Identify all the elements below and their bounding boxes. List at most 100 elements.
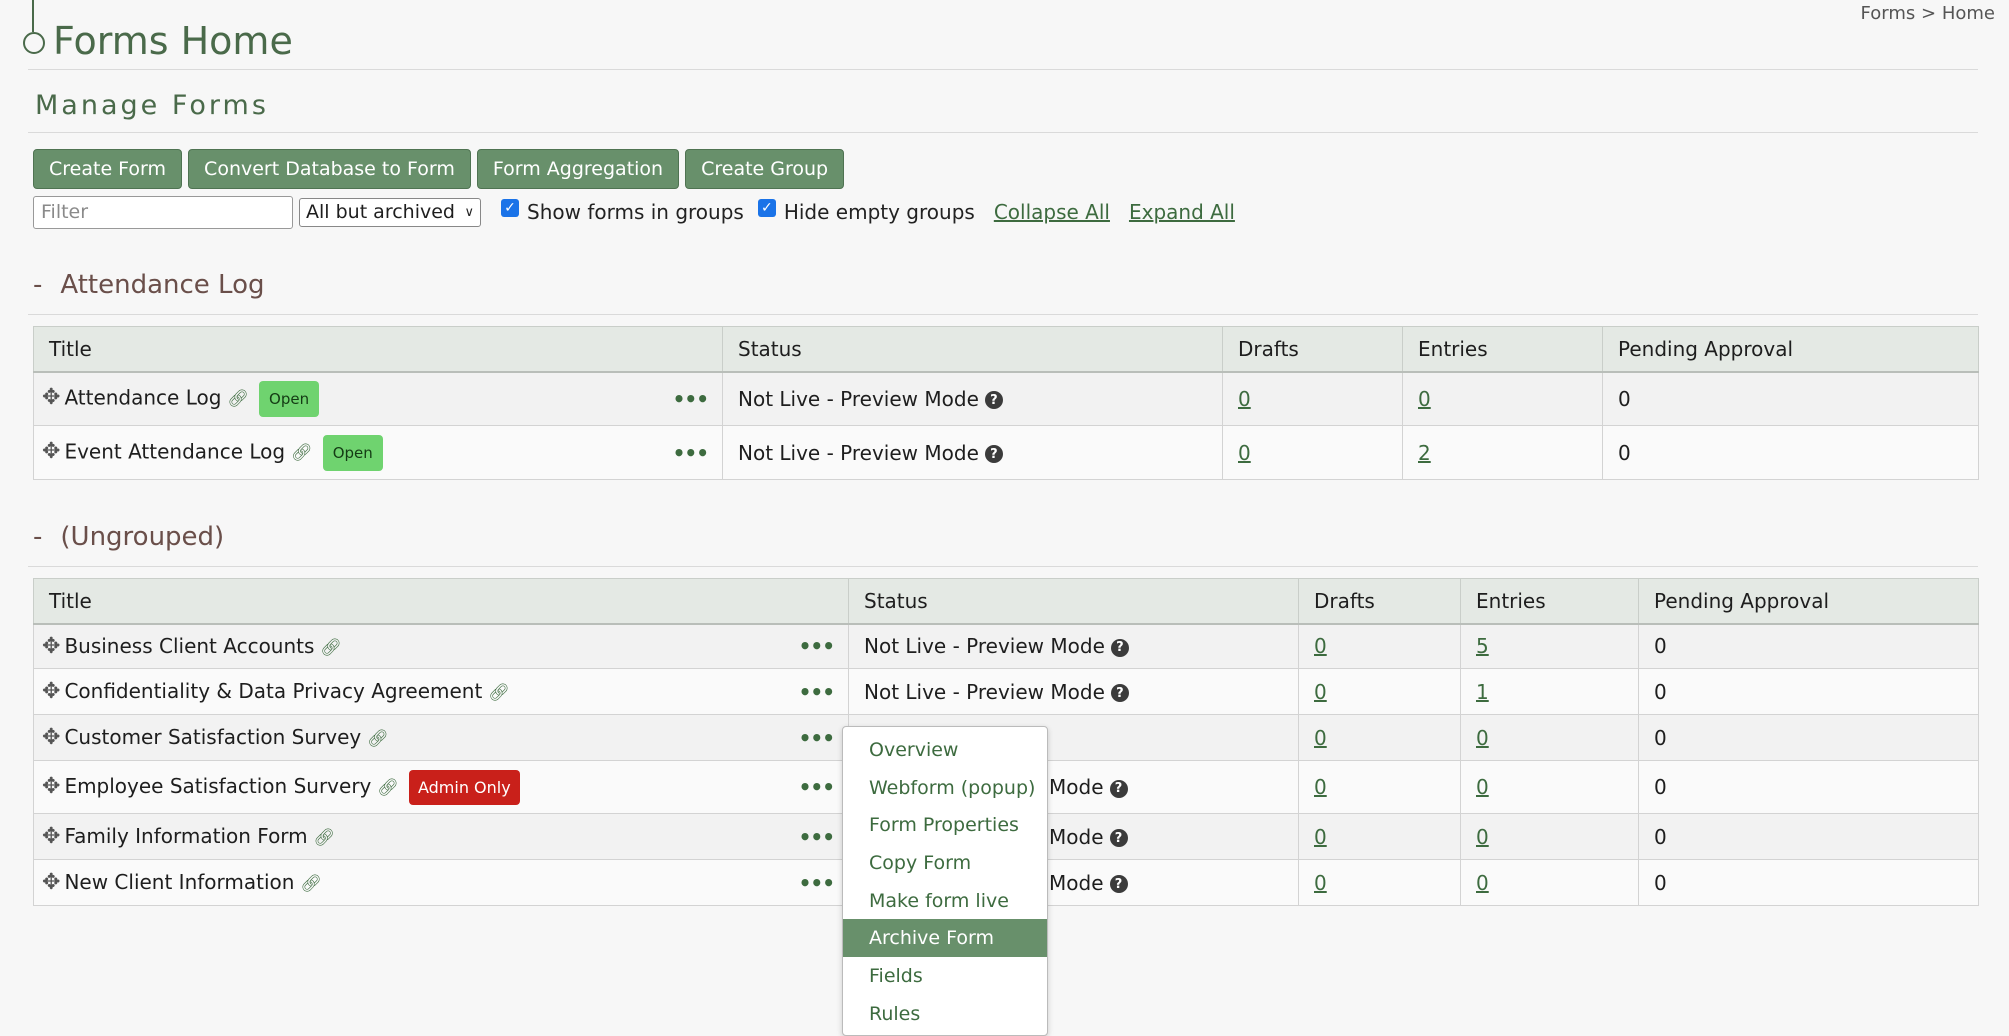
column-pending-approval[interactable]: Pending Approval bbox=[1638, 578, 1979, 625]
help-icon[interactable]: ? bbox=[1109, 875, 1128, 893]
more-options-icon[interactable]: ••• bbox=[673, 441, 709, 465]
link-icon[interactable]: 🔗︎ bbox=[291, 443, 313, 463]
move-handle-icon[interactable]: ✥ bbox=[42, 725, 60, 750]
link-icon[interactable]: 🔗︎ bbox=[320, 638, 342, 658]
drafts-link[interactable]: 0 bbox=[1314, 871, 1327, 895]
menu-item-make-form-live[interactable]: Make form live bbox=[843, 882, 1047, 920]
move-handle-icon[interactable]: ✥ bbox=[42, 824, 60, 849]
column-status[interactable]: Status bbox=[848, 578, 1299, 625]
show-in-groups-checkbox[interactable]: ✓ bbox=[501, 199, 519, 217]
group-toggle[interactable]: - bbox=[33, 522, 42, 552]
entries-link[interactable]: 0 bbox=[1476, 726, 1489, 750]
column-title[interactable]: Title bbox=[33, 578, 849, 625]
more-options-icon[interactable]: ••• bbox=[799, 871, 835, 895]
drafts-link[interactable]: 0 bbox=[1238, 387, 1251, 411]
status-text: Not Live - Preview Mode bbox=[738, 386, 979, 411]
more-options-icon[interactable]: ••• bbox=[799, 825, 835, 849]
drafts-link[interactable]: 0 bbox=[1314, 775, 1327, 799]
drafts-link[interactable]: 0 bbox=[1314, 825, 1327, 849]
drafts-link[interactable]: 0 bbox=[1314, 726, 1327, 750]
create-form-button[interactable]: Create Form bbox=[33, 149, 183, 189]
move-handle-icon[interactable]: ✥ bbox=[42, 439, 60, 464]
title-divider bbox=[28, 69, 1978, 70]
more-options-icon[interactable]: ••• bbox=[799, 634, 835, 658]
link-icon[interactable]: 🔗︎ bbox=[314, 828, 336, 848]
breadcrumb-home[interactable]: Home bbox=[1942, 3, 1995, 24]
pending-cell: 0 bbox=[1638, 813, 1979, 860]
column-title[interactable]: Title bbox=[33, 326, 723, 373]
form-options-menu: Overview Webform (popup) Form Properties… bbox=[842, 726, 1048, 1036]
form-title[interactable]: Family Information Form bbox=[64, 824, 307, 848]
help-icon[interactable]: ? bbox=[1109, 829, 1128, 847]
form-title[interactable]: Business Client Accounts bbox=[64, 634, 314, 658]
help-icon[interactable]: ? bbox=[1110, 638, 1129, 657]
entries-link[interactable]: 0 bbox=[1476, 775, 1489, 799]
column-drafts[interactable]: Drafts bbox=[1222, 326, 1403, 373]
column-entries[interactable]: Entries bbox=[1402, 326, 1603, 373]
help-icon[interactable]: ? bbox=[1110, 684, 1129, 702]
link-icon[interactable]: 🔗︎ bbox=[488, 683, 510, 703]
more-options-icon[interactable]: ••• bbox=[673, 387, 709, 411]
filter-input[interactable] bbox=[33, 195, 293, 229]
entries-cell: 5 bbox=[1460, 623, 1639, 669]
title-cell: ✥ Event Attendance Log 🔗︎ Open ••• bbox=[33, 425, 723, 480]
move-handle-icon[interactable]: ✥ bbox=[42, 774, 60, 799]
expand-all-link[interactable]: Expand All bbox=[1129, 200, 1235, 224]
menu-item-copy-form[interactable]: Copy Form bbox=[843, 844, 1047, 882]
form-title[interactable]: Customer Satisfaction Survey bbox=[64, 725, 361, 749]
column-drafts[interactable]: Drafts bbox=[1298, 578, 1461, 625]
menu-item-overview[interactable]: Overview bbox=[843, 731, 1047, 769]
form-aggregation-button[interactable]: Form Aggregation bbox=[476, 149, 680, 189]
more-options-icon[interactable]: ••• bbox=[799, 726, 835, 750]
title-cell: ✥ Attendance Log 🔗︎ Open ••• bbox=[33, 371, 723, 426]
column-entries[interactable]: Entries bbox=[1460, 578, 1639, 625]
drafts-cell: 0 bbox=[1298, 760, 1461, 814]
menu-item-form-properties[interactable]: Form Properties bbox=[843, 806, 1047, 844]
form-title[interactable]: Event Attendance Log bbox=[64, 439, 285, 463]
column-pending-approval[interactable]: Pending Approval bbox=[1602, 326, 1979, 373]
entries-link[interactable]: 0 bbox=[1476, 825, 1489, 849]
form-title[interactable]: Employee Satisfaction Survery bbox=[64, 774, 371, 798]
column-status[interactable]: Status bbox=[722, 326, 1223, 373]
create-group-button[interactable]: Create Group bbox=[685, 149, 845, 189]
form-title[interactable]: Attendance Log bbox=[64, 385, 221, 409]
menu-item-webform-popup[interactable]: Webform (popup) bbox=[843, 769, 1047, 807]
move-handle-icon[interactable]: ✥ bbox=[42, 385, 60, 410]
help-icon[interactable]: ? bbox=[1109, 779, 1128, 798]
form-title[interactable]: Confidentiality & Data Privacy Agreement bbox=[64, 679, 482, 703]
link-icon[interactable]: 🔗︎ bbox=[367, 729, 389, 749]
status-cell: Not Live - Preview Mode? bbox=[722, 425, 1223, 480]
entries-link[interactable]: 1 bbox=[1476, 680, 1489, 704]
link-icon[interactable]: 🔗︎ bbox=[227, 389, 249, 409]
entries-link[interactable]: 2 bbox=[1418, 441, 1431, 465]
menu-item-rules[interactable]: Rules bbox=[843, 995, 1047, 1033]
breadcrumb-forms[interactable]: Forms bbox=[1861, 3, 1916, 24]
move-handle-icon[interactable]: ✥ bbox=[42, 679, 60, 704]
entries-link[interactable]: 5 bbox=[1476, 634, 1489, 658]
entries-link[interactable]: 0 bbox=[1476, 871, 1489, 895]
entries-link[interactable]: 0 bbox=[1418, 387, 1431, 411]
more-options-icon[interactable]: ••• bbox=[799, 775, 835, 799]
convert-database-button[interactable]: Convert Database to Form bbox=[188, 149, 471, 189]
group-divider bbox=[28, 566, 1978, 567]
status-select[interactable]: All but archived ∨ bbox=[299, 197, 481, 227]
collapse-all-link[interactable]: Collapse All bbox=[994, 200, 1110, 224]
group-header-ungrouped[interactable]: - (Ungrouped) bbox=[33, 522, 224, 552]
move-handle-icon[interactable]: ✥ bbox=[42, 634, 60, 659]
menu-item-fields[interactable]: Fields bbox=[843, 957, 1047, 995]
move-handle-icon[interactable]: ✥ bbox=[42, 870, 60, 895]
hide-empty-groups-checkbox[interactable]: ✓ bbox=[757, 199, 776, 217]
link-icon[interactable]: 🔗︎ bbox=[300, 874, 322, 894]
help-icon[interactable]: ? bbox=[984, 391, 1003, 410]
more-options-icon[interactable]: ••• bbox=[799, 680, 835, 704]
link-icon[interactable]: 🔗︎ bbox=[377, 778, 399, 798]
hide-empty-groups-label: Hide empty groups bbox=[783, 200, 975, 224]
menu-item-archive-form[interactable]: Archive Form bbox=[843, 919, 1047, 958]
group-toggle[interactable]: - bbox=[33, 270, 42, 300]
drafts-link[interactable]: 0 bbox=[1238, 441, 1251, 465]
drafts-link[interactable]: 0 bbox=[1314, 634, 1327, 658]
group-header-attendance-log[interactable]: - Attendance Log bbox=[33, 270, 265, 300]
drafts-link[interactable]: 0 bbox=[1314, 680, 1327, 704]
help-icon[interactable]: ? bbox=[984, 445, 1003, 463]
form-title[interactable]: New Client Information bbox=[64, 870, 294, 894]
